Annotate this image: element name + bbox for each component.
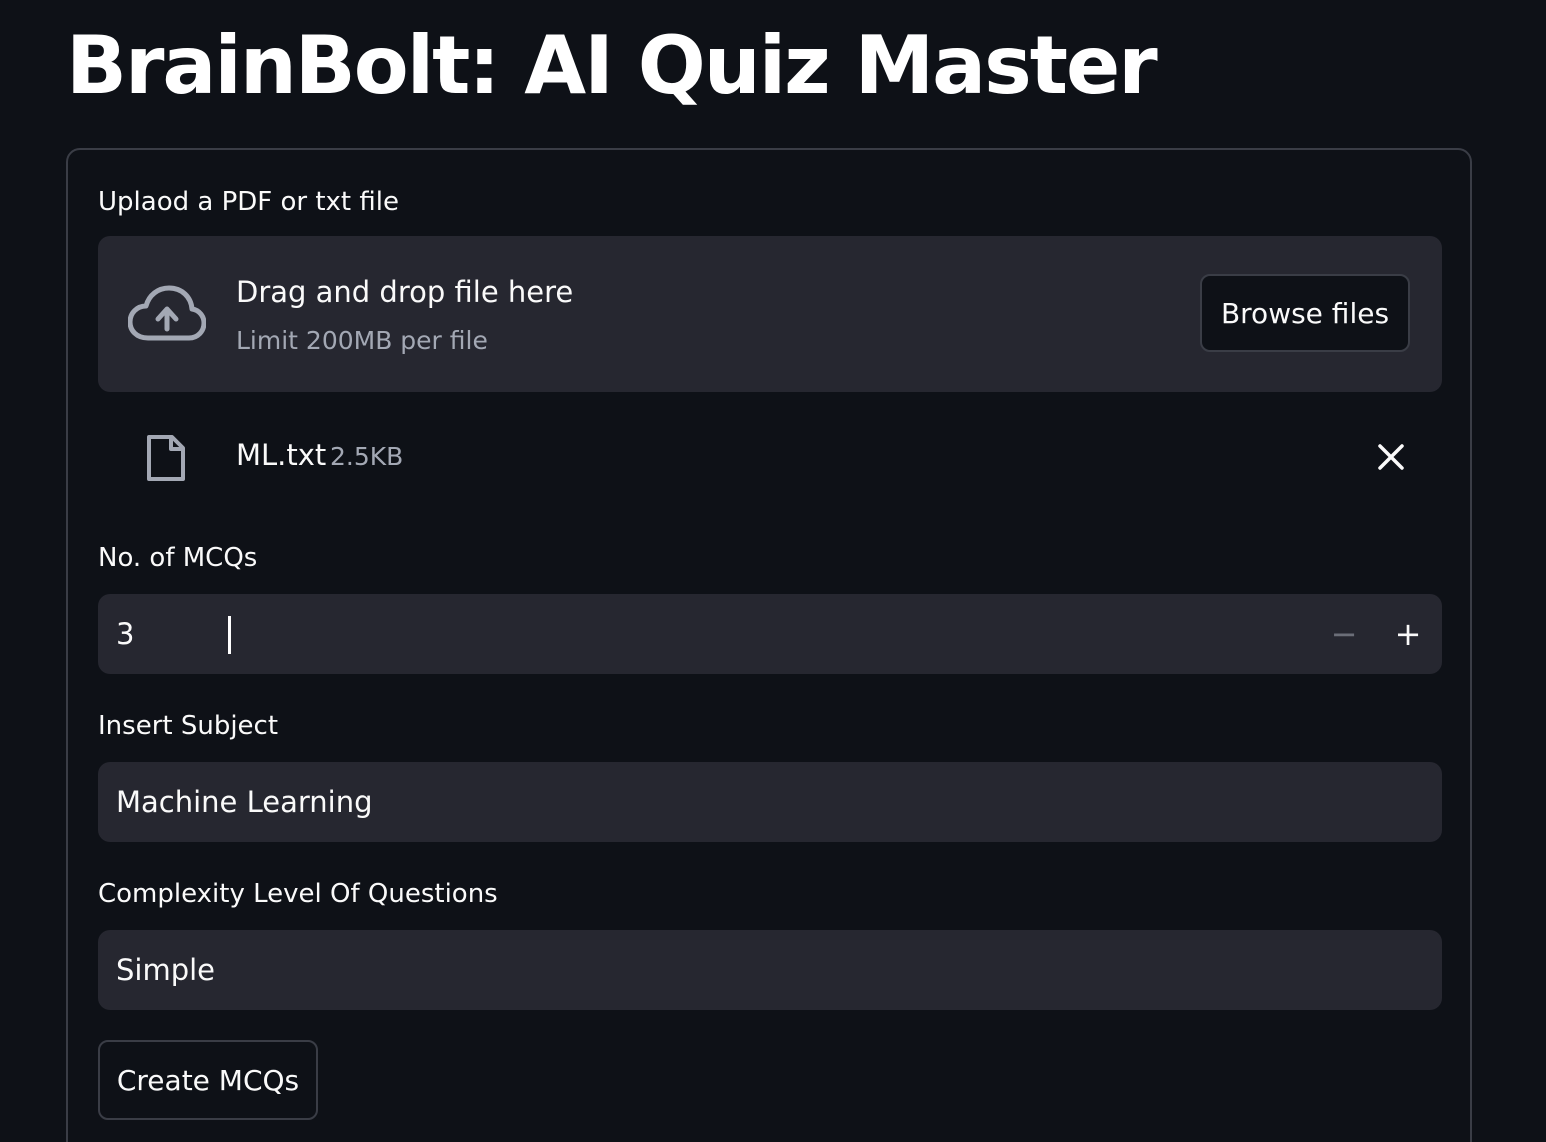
file-icon [147,435,185,481]
uploaded-file-row: ML.txt 2.5KB [98,420,1442,492]
increment-button[interactable]: + [1376,602,1440,666]
file-name: ML.txt [236,438,327,472]
file-dropzone[interactable]: Drag and drop file here Limit 200MB per … [98,236,1442,392]
upload-label: Uplaod a PDF or txt file [98,187,399,217]
page: BrainBolt: AI Quiz Master Uplaod a PDF o… [0,0,1546,1142]
quiz-form: Uplaod a PDF or txt file Drag and drop f… [66,148,1472,1142]
text-caret [228,616,231,654]
dropzone-limit: Limit 200MB per file [236,326,488,355]
file-size: 2.5KB [330,442,404,471]
complexity-field-box [98,930,1442,1010]
decrement-button[interactable]: − [1312,602,1376,666]
mcq-count-label: No. of MCQs [98,543,258,573]
page-title: BrainBolt: AI Quiz Master [66,19,1158,112]
mcq-count-input[interactable] [98,594,1298,674]
cloud-upload-icon [128,285,206,341]
create-mcqs-button[interactable]: Create MCQs [98,1040,318,1120]
subject-field-box [98,762,1442,842]
mcq-count-stepper: − + [98,594,1442,674]
complexity-input[interactable] [98,930,1442,1010]
complexity-label: Complexity Level Of Questions [98,879,498,909]
subject-label: Insert Subject [98,711,279,741]
browse-files-button[interactable]: Browse files [1200,274,1410,352]
dropzone-title: Drag and drop file here [236,275,574,309]
subject-input[interactable] [98,762,1442,842]
close-icon[interactable] [1374,440,1408,474]
